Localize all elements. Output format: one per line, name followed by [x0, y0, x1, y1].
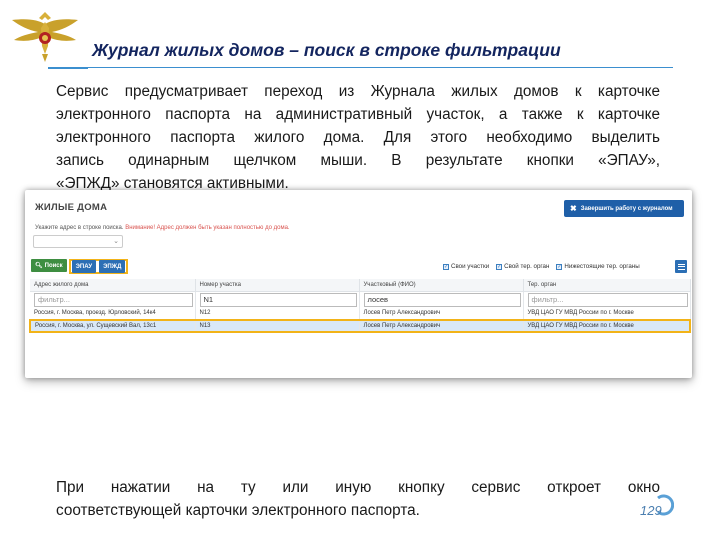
table-row-selected[interactable]: Россия, г. Москва, ул. Сущевский Вал, 13… — [29, 318, 691, 333]
search-icon: 🔍︎ — [35, 263, 43, 269]
page-number: 129 — [640, 503, 662, 518]
checkbox-checked-icon: ✓ — [496, 263, 503, 270]
menu-icon[interactable] — [675, 260, 687, 273]
title-underline-accent — [48, 67, 88, 69]
police-eagle-emblem-icon — [12, 12, 78, 62]
district-filter-input[interactable]: N1 — [199, 292, 357, 307]
finish-journal-button[interactable]: ✖ Завершить работу с журналом — [564, 200, 684, 217]
address-cell: Россия, г. Москва, ул. Сущевский Вал, 13… — [29, 318, 196, 333]
search-button[interactable]: 🔍︎ Поиск — [31, 259, 67, 272]
district-cell: N12 — [195, 307, 360, 320]
column-header[interactable]: Адрес жилого дома — [30, 279, 196, 292]
officer-cell: Лосев Петр Александрович — [359, 318, 524, 333]
checkbox-checked-icon: ✓ — [556, 263, 563, 270]
address-cell: Россия, г. Москва, проезд. Юрловский, 14… — [30, 307, 196, 320]
table-row[interactable]: Россия, г. Москва, проезд. Юрловский, 14… — [30, 307, 691, 320]
checkbox-own-districts[interactable]: ✓ Свои участки — [443, 263, 489, 270]
checkbox-label: Свой тер. орган — [504, 263, 550, 270]
close-icon: ✖ — [570, 204, 577, 213]
checkbox-label: Свои участки — [451, 263, 490, 270]
filter-checkboxes: ✓ Свои участки ✓ Свой тер. орган ✓ Нижес… — [443, 263, 640, 270]
intro-line: электронного паспорта на административны… — [56, 106, 660, 123]
checkbox-own-organ[interactable]: ✓ Свой тер. орган — [496, 263, 549, 270]
intro-paragraph: Сервис предусматривает переход из Журнал… — [56, 80, 660, 195]
chevron-down-icon: ⌄ — [113, 238, 119, 245]
journal-screenshot: ЖИЛЫЕ ДОМА ✖ Завершить работу с журналом… — [25, 190, 692, 378]
slide-title: Журнал жилых домов – поиск в строке филь… — [92, 40, 561, 60]
outro-paragraph: При нажатии на ту или иную кнопку сервис… — [56, 476, 660, 522]
title-underline — [88, 67, 673, 68]
column-header[interactable]: Тер. орган — [523, 279, 691, 292]
screen-title: ЖИЛЫЕ ДОМА — [35, 202, 108, 213]
search-button-label: Поиск — [44, 262, 63, 269]
district-cell: N13 — [195, 318, 360, 333]
address-search-select[interactable]: ⌄ — [33, 235, 123, 248]
search-hint: Укажите адрес в строке поиска. Внимание!… — [35, 225, 290, 231]
houses-table: Адрес жилого дома Номер участка Участков… — [29, 279, 691, 333]
organ-cell: УВД ЦАО ГУ МВД России по г. Москве — [523, 318, 691, 333]
filter-row: фильтр... N1 лосев фильтр... — [30, 291, 691, 308]
hint-warning: Внимание! Адрес должен быть указан полно… — [125, 225, 290, 231]
checkbox-subordinate-organs[interactable]: ✓ Нижестоящие тер. органы — [556, 263, 640, 270]
finish-journal-label: Завершить работу с журналом — [580, 205, 673, 212]
checkbox-label: Нижестоящие тер. органы — [564, 263, 640, 270]
outro-line: При нажатии на ту или иную кнопку сервис… — [56, 479, 660, 496]
outro-line: соответствующей карточки электронного па… — [56, 502, 420, 519]
intro-line: электронного паспорта жилого дома. Для э… — [56, 129, 660, 146]
table-header: Адрес жилого дома Номер участка Участков… — [30, 279, 691, 292]
address-filter-input[interactable]: фильтр... — [34, 292, 193, 307]
officer-filter-input[interactable]: лосев — [363, 292, 521, 307]
organ-filter-input[interactable]: фильтр... — [527, 292, 688, 307]
journal-toolbar: 🔍︎ Поиск ЭПАУ ЭПЖД — [31, 259, 129, 274]
highlighted-passport-buttons: ЭПАУ ЭПЖД — [68, 259, 129, 274]
checkbox-checked-icon: ✓ — [443, 263, 449, 270]
column-header[interactable]: Участковый (ФИО) — [359, 279, 524, 292]
epzhd-button[interactable]: ЭПЖД — [99, 260, 126, 273]
column-header[interactable]: Номер участка — [195, 279, 360, 292]
epau-button[interactable]: ЭПАУ — [71, 260, 97, 273]
intro-line: Сервис предусматривает переход из Журнал… — [56, 83, 660, 100]
intro-line: запись одинарным щелчком мыши. В результ… — [56, 152, 660, 169]
organ-cell: УВД ЦАО ГУ МВД России по г. Москве — [523, 307, 691, 320]
officer-cell: Лосев Петр Александрович — [359, 307, 524, 320]
hint-text: Укажите адрес в строке поиска. — [35, 225, 124, 231]
